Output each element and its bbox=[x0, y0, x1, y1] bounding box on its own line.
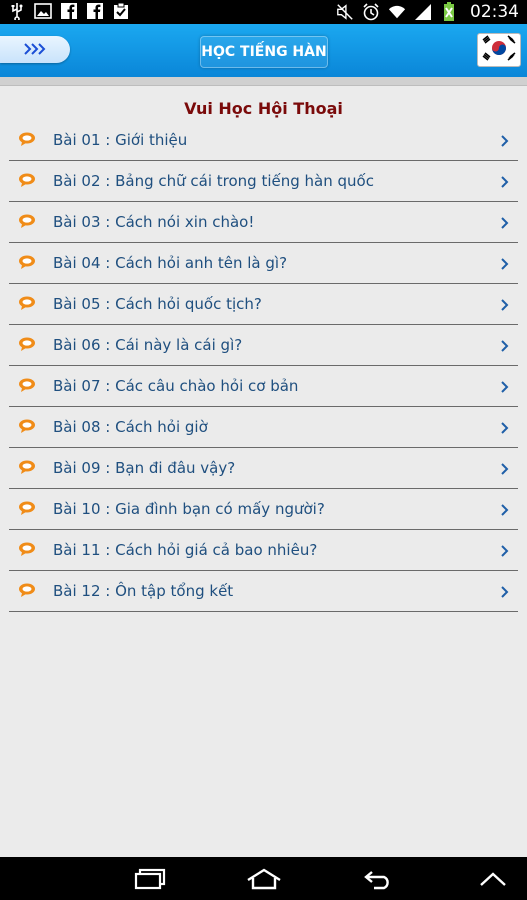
chat-bubble-icon bbox=[18, 131, 36, 146]
chevron-right-icon bbox=[500, 501, 510, 516]
language-flag-button[interactable] bbox=[477, 33, 521, 67]
facebook-icon bbox=[86, 2, 104, 20]
lesson-list-item[interactable]: Bài 07 : Các câu chào hỏi cơ bản bbox=[9, 366, 518, 407]
chevron-right-icon bbox=[500, 378, 510, 393]
lesson-list-item[interactable]: Bài 05 : Cách hỏi quốc tịch? bbox=[9, 284, 518, 325]
chat-bubble-icon bbox=[18, 336, 36, 351]
lesson-label: Bài 10 : Gia đình bạn có mấy người? bbox=[53, 500, 325, 518]
lesson-list-item[interactable]: Bài 04 : Cách hỏi anh tên là gì? bbox=[9, 243, 518, 284]
chat-bubble-icon bbox=[18, 582, 36, 597]
lesson-label: Bài 04 : Cách hỏi anh tên là gì? bbox=[53, 254, 288, 272]
lesson-list-item[interactable]: Bài 03 : Cách nói xin chào! bbox=[9, 202, 518, 243]
recent-apps-icon[interactable] bbox=[133, 867, 167, 891]
chat-bubble-icon bbox=[18, 172, 36, 187]
lesson-label: Bài 12 : Ôn tập tổng kết bbox=[53, 582, 234, 600]
lesson-list-item[interactable]: Bài 08 : Cách hỏi giờ bbox=[9, 407, 518, 448]
chat-bubble-icon bbox=[18, 295, 36, 310]
lesson-label: Bài 05 : Cách hỏi quốc tịch? bbox=[53, 295, 262, 313]
chat-bubble-icon bbox=[18, 459, 36, 474]
lesson-list-item[interactable]: Bài 11 : Cách hỏi giá cả bao nhiêu? bbox=[9, 530, 518, 571]
back-icon[interactable] bbox=[362, 867, 394, 891]
battery-icon bbox=[440, 2, 458, 21]
chevron-right-icon bbox=[500, 132, 510, 147]
image-icon bbox=[34, 2, 52, 20]
clipboard-check-icon bbox=[112, 2, 130, 20]
chevron-right-icon bbox=[500, 542, 510, 557]
korea-flag-icon bbox=[480, 34, 518, 66]
header-divider bbox=[0, 77, 527, 86]
chat-bubble-icon bbox=[18, 418, 36, 433]
chevron-right-icon bbox=[500, 296, 510, 311]
menu-button[interactable] bbox=[0, 36, 70, 63]
lesson-label: Bài 02 : Bảng chữ cái trong tiếng hàn qu… bbox=[53, 172, 374, 190]
app-title: HỌC TIẾNG HÀN bbox=[200, 36, 328, 68]
lesson-list-item[interactable]: Bài 06 : Cái này là cái gì? bbox=[9, 325, 518, 366]
menu-up-icon[interactable] bbox=[478, 867, 508, 891]
chevron-right-icon bbox=[500, 337, 510, 352]
status-bar: 02:34 bbox=[0, 0, 527, 24]
lesson-label: Bài 09 : Bạn đi đâu vậy? bbox=[53, 459, 236, 477]
lesson-list-item[interactable]: Bài 02 : Bảng chữ cái trong tiếng hàn qu… bbox=[9, 161, 518, 202]
lesson-label: Bài 07 : Các câu chào hỏi cơ bản bbox=[53, 377, 299, 395]
lesson-list-item[interactable]: Bài 01 : Giới thiệu bbox=[9, 120, 518, 161]
lesson-label: Bài 01 : Giới thiệu bbox=[53, 131, 188, 149]
facebook-icon bbox=[60, 2, 78, 20]
chat-bubble-icon bbox=[18, 377, 36, 392]
lesson-list-item[interactable]: Bài 10 : Gia đình bạn có mấy người? bbox=[9, 489, 518, 530]
wifi-icon bbox=[388, 3, 406, 21]
chat-bubble-icon bbox=[18, 213, 36, 228]
home-icon[interactable] bbox=[245, 867, 283, 891]
chat-bubble-icon bbox=[18, 541, 36, 556]
chevron-right-icon bbox=[500, 173, 510, 188]
chevron-right-icon bbox=[500, 255, 510, 270]
lesson-label: Bài 03 : Cách nói xin chào! bbox=[53, 213, 255, 231]
clock-time: 02:34 bbox=[470, 2, 519, 22]
navigation-bar bbox=[0, 857, 527, 900]
lesson-label: Bài 11 : Cách hỏi giá cả bao nhiêu? bbox=[53, 541, 318, 559]
signal-icon bbox=[414, 3, 432, 21]
chevron-right-icon bbox=[500, 419, 510, 434]
chevrons-right-icon bbox=[24, 40, 46, 59]
section-title: Vui Học Hội Thoại bbox=[184, 99, 343, 118]
chat-bubble-icon bbox=[18, 254, 36, 269]
lesson-label: Bài 08 : Cách hỏi giờ bbox=[53, 418, 208, 436]
alarm-icon bbox=[362, 3, 380, 21]
lesson-list-item[interactable]: Bài 09 : Bạn đi đâu vậy? bbox=[9, 448, 518, 489]
chat-bubble-icon bbox=[18, 500, 36, 515]
lesson-list-item[interactable]: Bài 12 : Ôn tập tổng kết bbox=[9, 571, 518, 612]
chevron-right-icon bbox=[500, 214, 510, 229]
lesson-list: Bài 01 : Giới thiệu Bài 02 : Bảng chữ cái… bbox=[0, 120, 527, 612]
mute-icon bbox=[336, 3, 354, 21]
chevron-right-icon bbox=[500, 460, 510, 475]
action-bar: HỌC TIẾNG HÀN bbox=[0, 24, 527, 77]
lesson-list-panel: Vui Học Hội Thoại Bài 01 : Giới thiệu Bài… bbox=[0, 86, 527, 856]
lesson-label: Bài 06 : Cái này là cái gì? bbox=[53, 336, 243, 354]
usb-icon bbox=[8, 2, 26, 20]
chevron-right-icon bbox=[500, 583, 510, 598]
